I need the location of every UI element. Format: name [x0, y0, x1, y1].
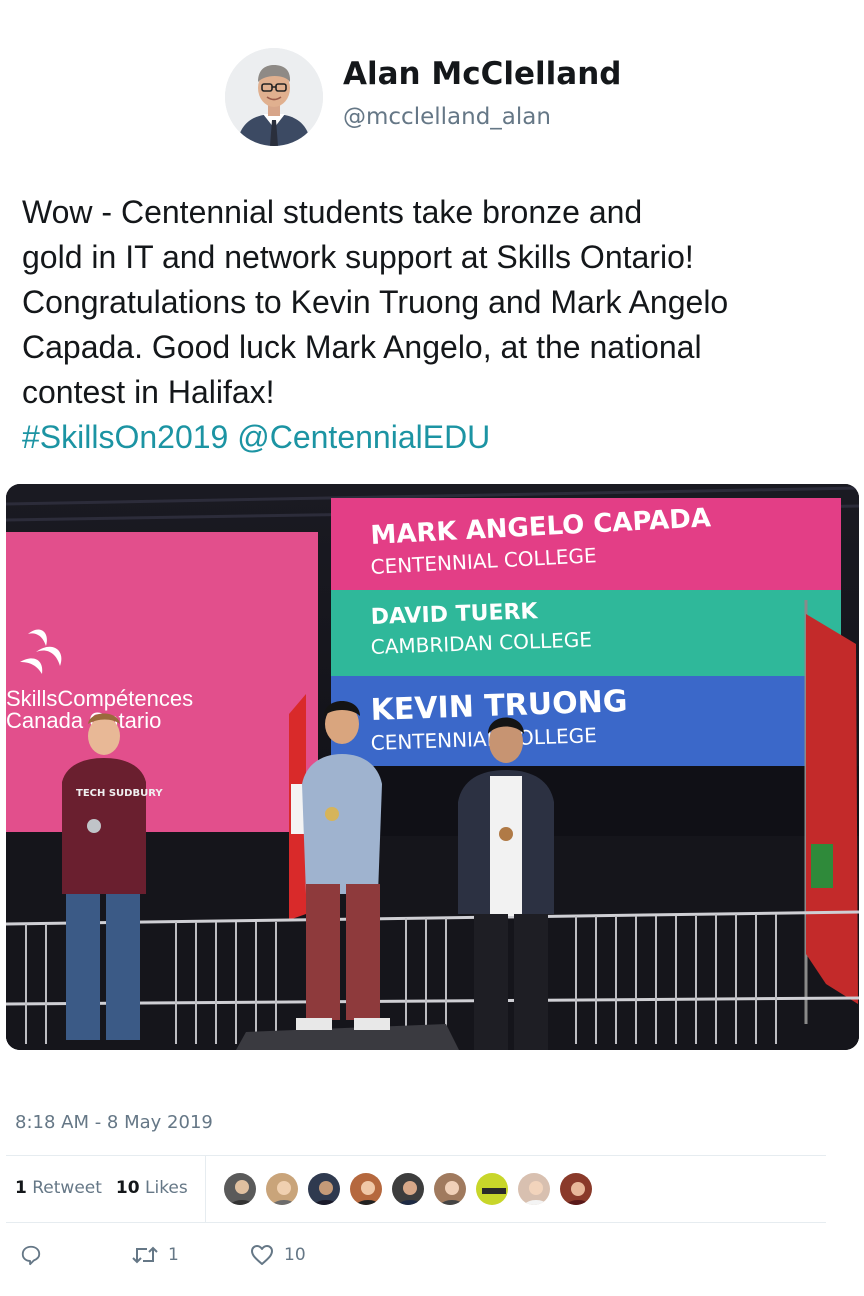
tweet-line: Capada. Good luck Mark Angelo, at the na… — [22, 329, 702, 365]
retweets-label: Retweet — [32, 1178, 102, 1198]
likes-stat[interactable]: 10 Likes — [116, 1178, 188, 1198]
retweet-action-count: 1 — [168, 1245, 179, 1265]
winners-screen: MARK ANGELO CAPADA CENTENNIAL COLLEGE DA… — [331, 498, 841, 766]
tweet-links-line: #SkillsOn2019 @CentennialEDU — [22, 415, 852, 460]
avatar[interactable] — [225, 48, 323, 146]
like-button[interactable]: 10 — [250, 1240, 306, 1270]
divider — [6, 1222, 826, 1223]
retweet-button[interactable]: 1 — [132, 1240, 179, 1270]
tweet-text: Wow - Centennial students take bronze an… — [22, 190, 852, 460]
liker-avatar[interactable] — [516, 1171, 552, 1207]
avatar-image — [225, 48, 323, 146]
retweets-stat[interactable]: 1 Retweet — [15, 1178, 102, 1198]
shirt-text: TECH SUDBURY — [76, 788, 163, 799]
tweet-line: gold in IT and network support at Skills… — [22, 239, 694, 275]
tweet-line: Congratulations to Kevin Truong and Mark… — [22, 284, 729, 320]
likes-label: Likes — [145, 1178, 188, 1198]
likes-count: 10 — [115, 1178, 140, 1198]
mention-link[interactable]: @CentennialEDU — [237, 419, 490, 455]
liker-avatar[interactable] — [558, 1171, 594, 1207]
like-action-count: 10 — [284, 1245, 306, 1265]
tweet-header: Alan McClelland @mcclelland_alan — [225, 48, 845, 148]
engagement-stats: 1 Retweet 10 Likes — [15, 1178, 188, 1202]
stats-separator — [205, 1156, 206, 1222]
liker-avatar[interactable] — [432, 1171, 468, 1207]
ontario-flag — [806, 614, 858, 1004]
heart-icon — [251, 1245, 273, 1265]
liker-avatar[interactable] — [264, 1171, 300, 1207]
user-name[interactable]: Alan McClelland — [343, 56, 621, 92]
tweet-line: contest in Halifax! — [22, 374, 275, 410]
divider — [6, 1155, 826, 1156]
liker-avatar[interactable] — [390, 1171, 426, 1207]
hashtag-link[interactable]: #SkillsOn2019 — [22, 419, 228, 455]
photo-scene: SkillsCompétences Canada Ontario MARK AN… — [6, 484, 859, 1050]
left-screen-logo-line2: Canada Ontario — [6, 708, 161, 733]
tweet-timestamp[interactable]: 8:18 AM - 8 May 2019 — [15, 1112, 213, 1133]
tweet-line: Wow - Centennial students take bronze an… — [22, 194, 643, 230]
liker-avatar[interactable] — [306, 1171, 342, 1207]
tweet-photo[interactable]: SkillsCompétences Canada Ontario MARK AN… — [6, 484, 859, 1050]
left-screen — [6, 532, 318, 832]
liker-avatar[interactable] — [348, 1171, 384, 1207]
liker-avatar[interactable] — [222, 1171, 258, 1207]
retweet-icon — [132, 1246, 158, 1264]
retweets-count: 1 — [15, 1178, 27, 1198]
reply-button[interactable] — [20, 1240, 42, 1270]
user-handle[interactable]: @mcclelland_alan — [343, 104, 551, 130]
liker-avatar[interactable] — [474, 1171, 510, 1207]
reply-icon — [21, 1245, 41, 1266]
